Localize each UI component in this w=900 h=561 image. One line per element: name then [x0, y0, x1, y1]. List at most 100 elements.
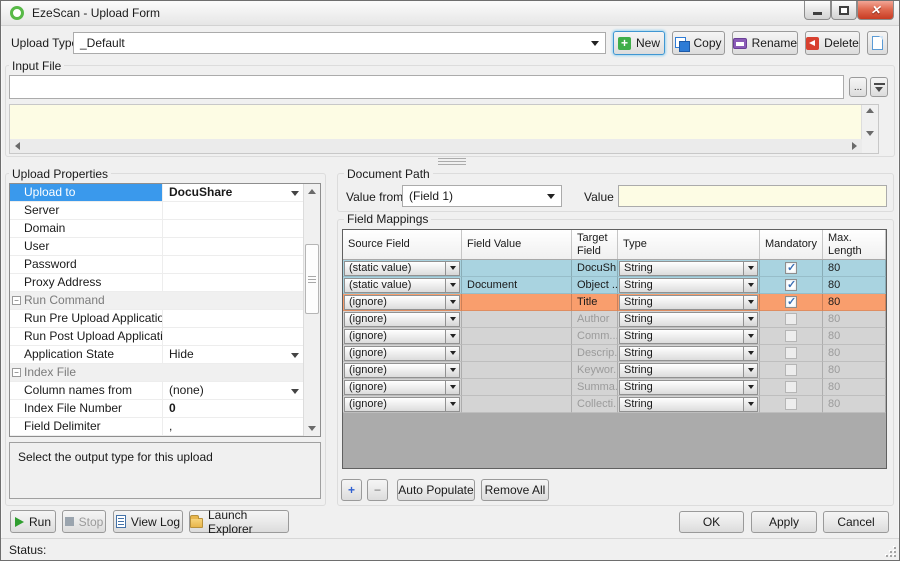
field-value-cell[interactable]: Document: [462, 277, 572, 294]
mandatory-checkbox[interactable]: [785, 330, 797, 342]
property-value[interactable]: [162, 220, 303, 237]
collapse-icon[interactable]: −: [12, 368, 21, 377]
type-select[interactable]: String: [619, 346, 758, 361]
mandatory-checkbox[interactable]: [785, 398, 797, 410]
launch-explorer-button[interactable]: Launch Explorer: [189, 510, 289, 533]
field-value-cell[interactable]: [462, 396, 572, 413]
horizontal-scrollbar[interactable]: [10, 139, 862, 153]
splitter-handle[interactable]: [438, 158, 466, 165]
source-field-select[interactable]: (ignore): [344, 380, 460, 395]
field-value-cell[interactable]: [462, 311, 572, 328]
property-value[interactable]: [162, 328, 303, 345]
source-field-select[interactable]: (ignore): [344, 363, 460, 378]
rename-button[interactable]: Rename: [732, 31, 798, 55]
property-row[interactable]: Application StateHide: [10, 346, 303, 364]
resize-grip[interactable]: [885, 546, 896, 557]
chevron-down-icon[interactable]: [445, 296, 459, 309]
column-header[interactable]: Source Field: [343, 230, 462, 259]
input-file-list-area[interactable]: [10, 105, 862, 139]
property-grid-scrollbar[interactable]: [303, 184, 320, 436]
chevron-down-icon[interactable]: [743, 330, 757, 343]
column-header[interactable]: Target Field: [572, 230, 618, 259]
cancel-button[interactable]: Cancel: [823, 511, 889, 533]
source-field-select[interactable]: (ignore): [344, 346, 460, 361]
chevron-down-icon[interactable]: [445, 279, 459, 292]
field-value-cell[interactable]: [462, 294, 572, 311]
property-row[interactable]: Run Pre Upload Application: [10, 310, 303, 328]
type-select[interactable]: String: [619, 380, 758, 395]
property-row[interactable]: Index File Number0: [10, 400, 303, 418]
upload-type-select[interactable]: _Default: [73, 32, 606, 54]
max-length-cell[interactable]: 80: [823, 260, 886, 277]
property-value[interactable]: (none): [162, 382, 303, 399]
property-row[interactable]: Domain: [10, 220, 303, 238]
scrollbar-thumb[interactable]: [305, 244, 319, 314]
max-length-cell[interactable]: 80: [823, 311, 886, 328]
type-select[interactable]: String: [619, 278, 758, 293]
property-row[interactable]: Run Post Upload Applicati...: [10, 328, 303, 346]
max-length-cell[interactable]: 80: [823, 277, 886, 294]
add-row-button[interactable]: +: [341, 479, 362, 501]
type-select[interactable]: String: [619, 295, 758, 310]
chevron-down-icon[interactable]: [445, 313, 459, 326]
chevron-down-icon[interactable]: [445, 347, 459, 360]
chevron-down-icon[interactable]: [743, 279, 757, 292]
property-value[interactable]: [162, 202, 303, 219]
column-header[interactable]: Mandatory: [760, 230, 823, 259]
mandatory-checkbox[interactable]: [785, 381, 797, 393]
field-value-cell[interactable]: [462, 345, 572, 362]
chevron-down-icon[interactable]: [445, 262, 459, 275]
property-row[interactable]: Field Delimiter,: [10, 418, 303, 436]
chevron-down-icon[interactable]: [743, 313, 757, 326]
column-header[interactable]: Type: [618, 230, 760, 259]
property-row[interactable]: Proxy Address: [10, 274, 303, 292]
field-value-cell[interactable]: [462, 328, 572, 345]
field-value-cell[interactable]: [462, 379, 572, 396]
property-row[interactable]: Upload toDocuShare: [10, 184, 303, 202]
column-header[interactable]: Field Value: [462, 230, 572, 259]
type-select[interactable]: String: [619, 312, 758, 327]
source-field-select[interactable]: (ignore): [344, 329, 460, 344]
input-file-field[interactable]: [9, 75, 844, 99]
property-row[interactable]: User: [10, 238, 303, 256]
property-value[interactable]: DocuShare: [162, 184, 303, 201]
document-template-button[interactable]: [867, 31, 888, 55]
property-value[interactable]: [162, 256, 303, 273]
property-value[interactable]: 0: [162, 400, 303, 417]
apply-button[interactable]: Apply: [751, 511, 817, 533]
max-length-cell[interactable]: 80: [823, 328, 886, 345]
property-value[interactable]: [162, 238, 303, 255]
chevron-down-icon[interactable]: [743, 262, 757, 275]
copy-button[interactable]: Copy: [672, 31, 725, 55]
auto-populate-button[interactable]: Auto Populate: [397, 479, 475, 501]
vertical-scrollbar[interactable]: [862, 105, 878, 139]
field-value-cell[interactable]: [462, 260, 572, 277]
source-field-select[interactable]: (static value): [344, 261, 460, 276]
stop-button[interactable]: Stop: [62, 510, 106, 533]
chevron-down-icon[interactable]: [291, 191, 299, 196]
mandatory-checkbox[interactable]: [785, 364, 797, 376]
type-select[interactable]: String: [619, 261, 758, 276]
chevron-down-icon[interactable]: [743, 398, 757, 411]
chevron-down-icon[interactable]: [445, 398, 459, 411]
chevron-down-icon[interactable]: [445, 330, 459, 343]
chevron-down-icon[interactable]: [445, 364, 459, 377]
new-button[interactable]: + New: [613, 31, 665, 55]
field-value-cell[interactable]: [462, 362, 572, 379]
property-group-row[interactable]: −Run Command: [10, 292, 303, 310]
column-header[interactable]: Max. Length: [823, 230, 886, 259]
type-select[interactable]: String: [619, 363, 758, 378]
filter-button[interactable]: [870, 77, 888, 97]
remove-all-button[interactable]: Remove All: [481, 479, 549, 501]
source-field-select[interactable]: (ignore): [344, 295, 460, 310]
chevron-down-icon[interactable]: [743, 347, 757, 360]
type-select[interactable]: String: [619, 329, 758, 344]
close-button[interactable]: ✕: [857, 1, 894, 20]
max-length-cell[interactable]: 80: [823, 345, 886, 362]
source-field-select[interactable]: (ignore): [344, 397, 460, 412]
mandatory-checkbox[interactable]: [785, 296, 797, 308]
source-field-select[interactable]: (ignore): [344, 312, 460, 327]
ok-button[interactable]: OK: [679, 511, 744, 533]
source-field-select[interactable]: (static value): [344, 278, 460, 293]
run-button[interactable]: Run: [10, 510, 56, 533]
